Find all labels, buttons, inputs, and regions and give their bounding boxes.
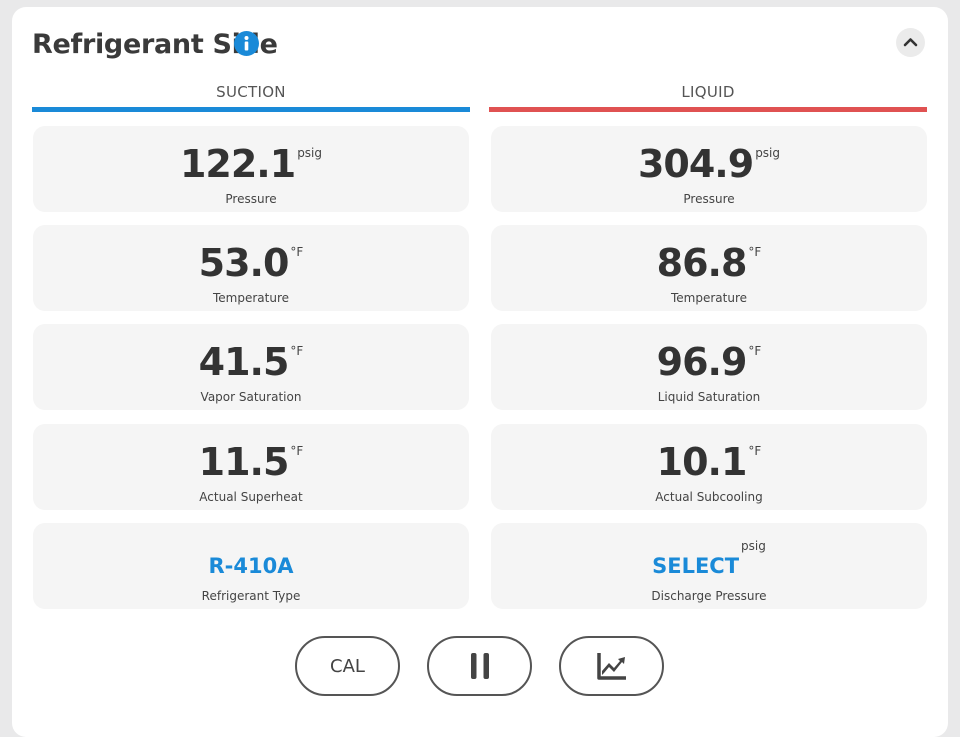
actual-subcooling-value: 10.1: [656, 440, 748, 484]
liquid-pressure-value: 304.9: [637, 142, 754, 186]
liquid-saturation-value: 96.9: [656, 340, 748, 384]
suction-pressure-label: Pressure: [225, 192, 277, 206]
actual-superheat-value: 11.5: [198, 440, 290, 484]
actual-subcooling-label: Actual Subcooling: [655, 490, 763, 504]
trend-chart-button[interactable]: [559, 636, 664, 696]
liquid-saturation-unit: °F: [748, 344, 762, 358]
discharge-pressure-tile[interactable]: SELECT psig Discharge Pressure: [491, 523, 927, 609]
pause-button[interactable]: [427, 636, 532, 696]
liquid-temperature-value: 86.8: [656, 241, 748, 285]
actual-superheat-label: Actual Superheat: [199, 490, 303, 504]
actual-superheat-unit: °F: [290, 444, 304, 458]
suction-temperature-value: 53.0: [198, 241, 290, 285]
liquid-bar: [489, 107, 927, 112]
cal-button[interactable]: CAL: [295, 636, 400, 696]
suction-temperature-label: Temperature: [212, 291, 289, 305]
info-icon[interactable]: [234, 31, 259, 56]
actual-subcooling-tile[interactable]: 10.1 °F Actual Subcooling: [491, 424, 927, 510]
suction-temperature-unit: °F: [290, 245, 304, 259]
vapor-saturation-unit: °F: [290, 344, 304, 358]
suction-pressure-value: 122.1: [179, 142, 296, 186]
trend-chart-icon: [596, 653, 626, 680]
suction-heading: SUCTION: [216, 83, 286, 101]
liquid-saturation-tile[interactable]: 96.9 °F Liquid Saturation: [491, 324, 927, 410]
suction-temperature-tile[interactable]: 53.0 °F Temperature: [33, 225, 469, 311]
suction-bar: [32, 107, 470, 112]
liquid-saturation-label: Liquid Saturation: [657, 390, 761, 404]
refrigerant-type-tile[interactable]: R-410A Refrigerant Type: [33, 523, 469, 609]
collapse-button[interactable]: [896, 28, 925, 57]
vapor-saturation-value: 41.5: [198, 340, 290, 384]
liquid-pressure-unit: psig: [755, 146, 781, 160]
actual-superheat-tile[interactable]: 11.5 °F Actual Superheat: [33, 424, 469, 510]
liquid-pressure-tile[interactable]: 304.9 psig Pressure: [491, 126, 927, 212]
refrigerant-side-card: Refrigerant Side SUCTION 122.1 psig Press…: [12, 7, 948, 737]
actual-subcooling-unit: °F: [748, 444, 762, 458]
liquid-temperature-tile[interactable]: 86.8 °F Temperature: [491, 225, 927, 311]
liquid-temperature-unit: °F: [748, 245, 762, 259]
vapor-saturation-label: Vapor Saturation: [200, 390, 302, 404]
liquid-temperature-label: Temperature: [670, 291, 747, 305]
suction-pressure-unit: psig: [297, 146, 323, 160]
discharge-pressure-select[interactable]: SELECT: [652, 551, 739, 581]
discharge-pressure-label: Discharge Pressure: [651, 589, 767, 603]
refrigerant-type-label: Refrigerant Type: [201, 589, 301, 603]
chevron-up-icon: [903, 38, 918, 47]
vapor-saturation-tile[interactable]: 41.5 °F Vapor Saturation: [33, 324, 469, 410]
liquid-heading: LIQUID: [681, 83, 735, 101]
suction-pressure-tile[interactable]: 122.1 psig Pressure: [33, 126, 469, 212]
discharge-pressure-unit: psig: [741, 539, 766, 553]
liquid-pressure-label: Pressure: [683, 192, 735, 206]
refrigerant-type-value: R-410A: [208, 554, 294, 578]
pause-icon: [470, 653, 489, 679]
